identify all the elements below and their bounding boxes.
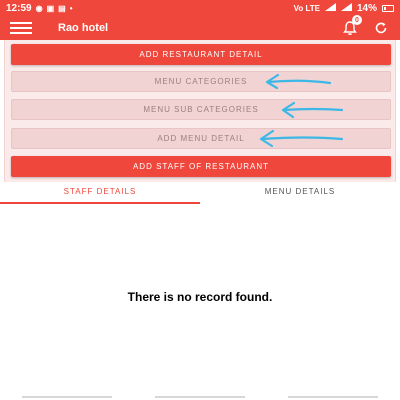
network-label: Vo LTE bbox=[293, 3, 320, 13]
battery-percent: 14% bbox=[356, 2, 377, 14]
tab-bar: STAFF DETAILS MENU DETAILS bbox=[0, 186, 400, 204]
instagram-icon: ▣ bbox=[46, 3, 55, 13]
signal-icon bbox=[324, 2, 336, 14]
menu-icon[interactable] bbox=[10, 22, 32, 34]
app-title: Rao hotel bbox=[58, 22, 109, 34]
menu-sub-categories-button[interactable]: MENU SUB CATEGORIES bbox=[11, 99, 391, 120]
empty-state-message: There is no record found. bbox=[127, 290, 273, 304]
status-time: 12:59 bbox=[6, 2, 32, 14]
status-bar: 12:59 ◉ ▣ ▤ • Vo LTE 14% bbox=[0, 0, 400, 16]
restaurant-menu-panel: ADD RESTAURANT DETAIL MENU CATEGORIES ME… bbox=[4, 40, 396, 182]
system-nav-indicator bbox=[0, 392, 400, 400]
add-staff-button[interactable]: ADD STAFF OF RESTAURANT bbox=[11, 156, 391, 177]
whatsapp-icon: ◉ bbox=[35, 3, 43, 13]
gallery-icon: ▤ bbox=[58, 3, 66, 13]
refresh-icon[interactable] bbox=[372, 19, 390, 37]
menu-categories-button[interactable]: MENU CATEGORIES bbox=[11, 71, 391, 92]
battery-icon bbox=[382, 4, 394, 12]
add-restaurant-detail-button[interactable]: ADD RESTAURANT DETAIL bbox=[11, 44, 391, 65]
notification-bell-icon[interactable]: 0 bbox=[340, 15, 362, 38]
status-right: Vo LTE 14% bbox=[293, 2, 394, 14]
status-left: 12:59 ◉ ▣ ▤ • bbox=[6, 3, 73, 14]
tab-menu-details[interactable]: MENU DETAILS bbox=[200, 186, 400, 204]
app-bar: Rao hotel 0 bbox=[0, 15, 400, 40]
dot-icon: • bbox=[69, 3, 73, 13]
add-menu-detail-button[interactable]: ADD MENU DETAIL bbox=[11, 128, 391, 149]
tab-staff-details[interactable]: STAFF DETAILS bbox=[0, 186, 200, 204]
signal-icon-2 bbox=[340, 2, 352, 14]
notification-badge: 0 bbox=[352, 15, 362, 25]
